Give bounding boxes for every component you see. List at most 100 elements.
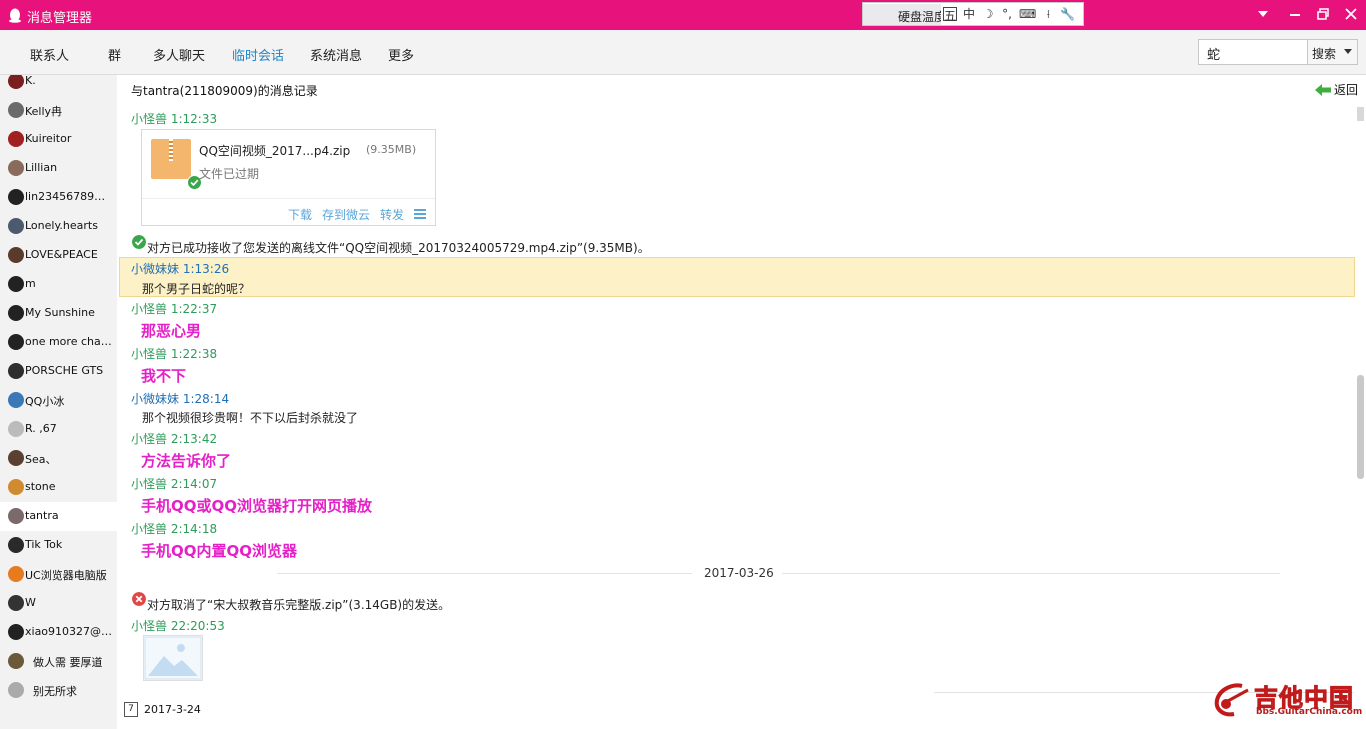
- system-message: 对方已成功接收了您发送的离线文件“QQ空间视频_20170324005729.m…: [147, 241, 650, 255]
- avatar: [8, 218, 24, 234]
- contact-item[interactable]: stone: [0, 473, 117, 502]
- dropdown-menu-icon[interactable]: [1250, 4, 1276, 24]
- ime-chinese-mode-icon[interactable]: 中: [962, 6, 976, 22]
- contact-item[interactable]: Tik Tok: [0, 531, 117, 560]
- message-sender: 小怪兽 2:14:07: [131, 477, 218, 491]
- search-dropdown-icon[interactable]: [1344, 49, 1352, 54]
- avatar: [8, 595, 24, 611]
- avatar: [8, 160, 24, 176]
- guitar-logo-icon: [1214, 683, 1249, 717]
- avatar: [8, 479, 24, 495]
- contact-item[interactable]: W: [0, 589, 117, 618]
- ime-wrench-icon[interactable]: 🔧: [1060, 6, 1075, 22]
- message-text: 方法告诉你了: [141, 452, 232, 470]
- avatar: [8, 682, 24, 698]
- file-size: (9.35MB): [366, 143, 417, 156]
- contact-item[interactable]: Sea、: [0, 444, 117, 473]
- message-record-panel: 与tantra(211809009)的消息记录 返回 小怪兽 1:12:33 Q…: [117, 75, 1366, 729]
- title-bar: 消息管理器 硬盘温度 五 中 ☽ °, ⌨ ⟊ 🔧: [0, 0, 1366, 30]
- ime-moon-icon[interactable]: ☽: [981, 6, 995, 22]
- message-text: 那恶心男: [141, 322, 202, 340]
- contact-item[interactable]: R. ,67: [0, 415, 117, 444]
- back-button[interactable]: 返回: [1314, 81, 1358, 98]
- ime-punctuation-icon[interactable]: °,: [1000, 6, 1014, 22]
- restore-icon[interactable]: [1310, 4, 1336, 24]
- contact-item[interactable]: lin23456789@foxmail.com: [0, 183, 117, 212]
- scrollbar[interactable]: [1355, 75, 1366, 685]
- file-status: 文件已过期: [199, 167, 260, 181]
- avatar: [8, 537, 24, 553]
- contact-name: QQ小冰: [25, 395, 65, 408]
- forward-link[interactable]: 转发: [380, 206, 404, 223]
- file-actions: 下载 存到微云 转发: [142, 198, 435, 226]
- contact-item[interactable]: m: [0, 270, 117, 299]
- ime-wubi-icon[interactable]: 五: [943, 7, 957, 23]
- watermark: 吉他中国 bbs.GuitarChina.com: [1212, 680, 1362, 720]
- ime-keyboard-icon[interactable]: ⌨: [1019, 6, 1036, 22]
- success-check-icon: [132, 235, 146, 249]
- tab-contacts[interactable]: 联系人: [30, 45, 69, 64]
- contact-item[interactable]: PORSCHE GTS: [0, 357, 117, 386]
- message-text: 那个视频很珍贵啊！不下以后封杀就没了: [142, 411, 359, 425]
- contact-item[interactable]: LOVE&PEACE: [0, 241, 117, 270]
- tab-groups[interactable]: 群: [108, 45, 121, 64]
- date-separator-line-left: [277, 573, 692, 574]
- contact-item[interactable]: Lonely.hearts: [0, 212, 117, 241]
- image-thumbnail[interactable]: [143, 635, 203, 681]
- file-card[interactable]: QQ空间视频_2017...p4.zip (9.35MB) 文件已过期 下载 存…: [141, 129, 436, 226]
- contact-item[interactable]: Kuireitor: [0, 125, 117, 154]
- date-separator: 2017-03-26: [704, 566, 774, 580]
- contact-item[interactable]: xiao910327@qq.com: [0, 618, 117, 647]
- calendar-icon[interactable]: 7: [124, 702, 138, 717]
- avatar: [8, 653, 24, 669]
- zip-file-icon: [151, 139, 202, 190]
- contact-name: Tik Tok: [25, 538, 63, 551]
- contact-item[interactable]: QQ小冰: [0, 386, 117, 415]
- contact-list[interactable]: K. Kelly冉 Kuireitor Lillian lin23456789@foxm…: [0, 75, 117, 729]
- ime-split-icon[interactable]: ⟊: [1041, 6, 1055, 22]
- contact-name: My Sunshine: [25, 306, 95, 319]
- message-sender: 小微妹妹 1:13:26: [131, 262, 230, 276]
- tab-more[interactable]: 更多: [388, 45, 414, 64]
- back-arrow-icon: [1314, 83, 1331, 96]
- contact-item[interactable]: UC浏览器电脑版: [0, 560, 117, 589]
- avatar: [8, 566, 24, 582]
- contact-item[interactable]: Kelly冉: [0, 96, 117, 125]
- search-button[interactable]: 搜索: [1307, 39, 1358, 65]
- tab-multi-chat[interactable]: 多人聊天: [153, 45, 205, 64]
- search-button-label: 搜索: [1312, 47, 1337, 61]
- ime-hint-text: 硬盘温度: [863, 4, 941, 25]
- qq-penguin-icon: [9, 8, 21, 23]
- minimize-icon[interactable]: [1282, 4, 1308, 24]
- footer-date[interactable]: 2017-3-24: [144, 703, 201, 716]
- contact-name: Kuireitor: [25, 132, 72, 145]
- message-text: 我不下: [141, 367, 187, 385]
- contact-name: xiao910327@qq.com: [25, 625, 115, 638]
- contact-item[interactable]: K.: [0, 75, 117, 96]
- search-input[interactable]: 蛇: [1198, 39, 1308, 65]
- scroll-up-indicator[interactable]: [1357, 107, 1364, 121]
- contact-item[interactable]: Lillian: [0, 154, 117, 183]
- more-menu-icon[interactable]: [414, 209, 426, 219]
- close-icon[interactable]: [1338, 4, 1364, 24]
- date-separator-line-right: [782, 573, 1280, 574]
- contact-name: W: [25, 596, 36, 609]
- scrollbar-thumb[interactable]: [1357, 375, 1364, 479]
- contact-item[interactable]: 做人需 要厚道: [0, 647, 117, 676]
- contact-item[interactable]: tantra: [0, 502, 117, 531]
- avatar: [8, 189, 24, 205]
- contact-name: LOVE&PEACE: [25, 248, 98, 261]
- download-link[interactable]: 下载: [288, 206, 312, 223]
- contact-item[interactable]: My Sunshine: [0, 299, 117, 328]
- ime-toolbar[interactable]: 硬盘温度 五 中 ☽ °, ⌨ ⟊ 🔧: [862, 2, 1084, 26]
- contact-item[interactable]: 别无所求: [0, 676, 117, 705]
- file-name[interactable]: QQ空间视频_2017...p4.zip: [199, 142, 350, 159]
- contact-item[interactable]: one more chance: [0, 328, 117, 357]
- contact-name: Sea、: [25, 453, 57, 466]
- save-to-cloud-link[interactable]: 存到微云: [322, 206, 370, 223]
- tab-system-messages[interactable]: 系统消息: [310, 45, 362, 64]
- avatar: [8, 276, 24, 292]
- contact-name: 别无所求: [33, 685, 77, 698]
- tab-temp-sessions[interactable]: 临时会话: [232, 45, 284, 64]
- contact-name: Lillian: [25, 161, 58, 174]
